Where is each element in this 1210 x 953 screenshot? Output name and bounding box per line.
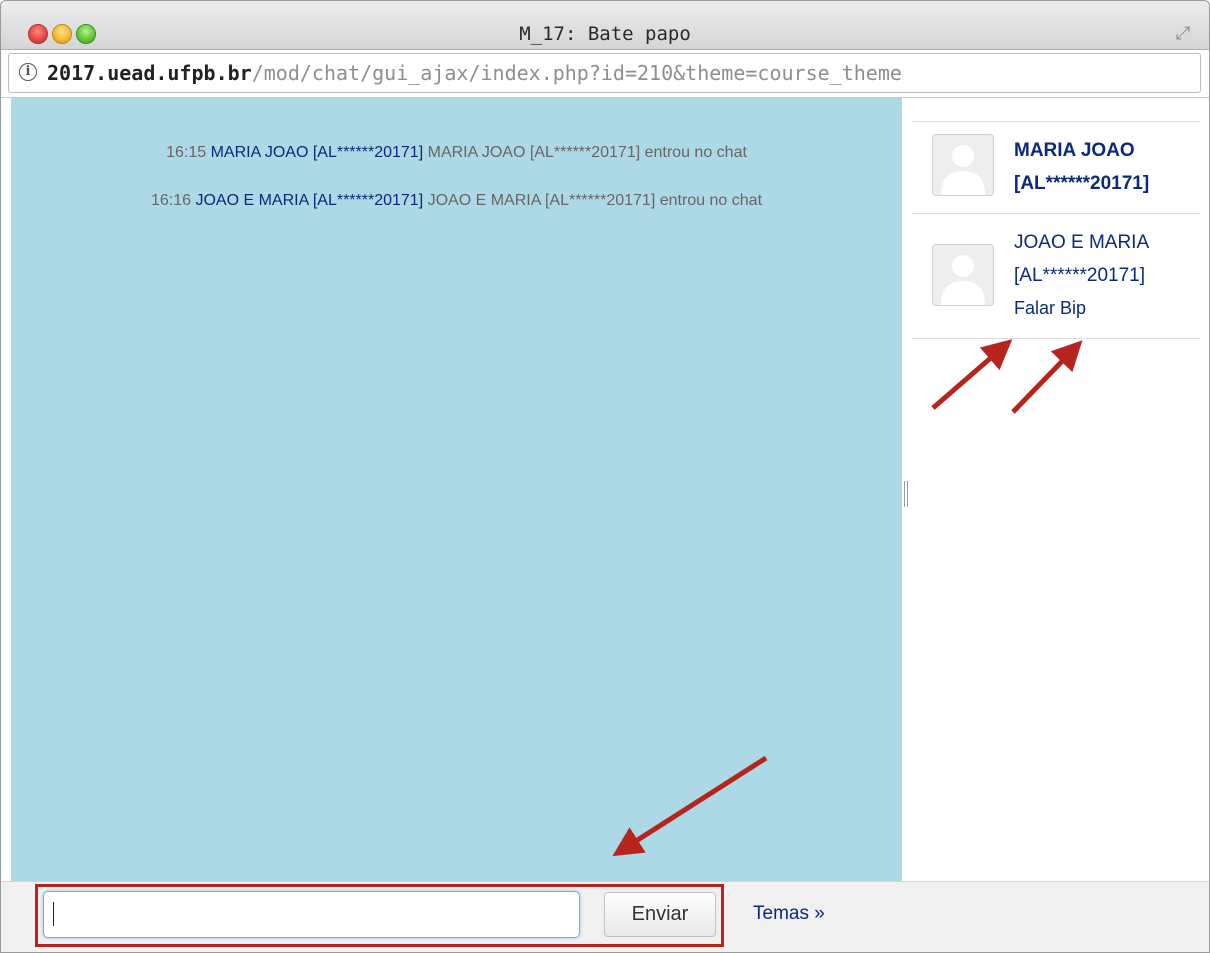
user-actions: Falar Bip: [1014, 298, 1086, 319]
chat-message: 16:16 JOAO E MARIA [AL******20171] JOAO …: [11, 192, 902, 210]
message-user: MARIA JOAO [AL******20171]: [210, 144, 424, 161]
user-separator: [912, 121, 1200, 122]
message-user: JOAO E MARIA [AL******20171]: [195, 192, 424, 209]
chat-message: 16:15 MARIA JOAO [AL******20171] MARIA J…: [11, 144, 902, 162]
users-list-pane: MARIA JOAO [AL******20171] JOAO E MARIA …: [902, 98, 1209, 881]
user-name[interactable]: MARIA JOAO [AL******20171]: [1014, 134, 1194, 200]
default-avatar-icon: [941, 255, 985, 305]
chat-messages-pane: 16:15 MARIA JOAO [AL******20171] MARIA J…: [11, 98, 902, 881]
url-text[interactable]: 2017.uead.ufpb.br/mod/chat/gui_ajax/inde…: [47, 61, 902, 85]
beep-link[interactable]: Bip: [1060, 298, 1086, 318]
info-icon[interactable]: i: [19, 63, 37, 81]
pane-resize-handle[interactable]: [904, 481, 908, 507]
talk-link[interactable]: Falar: [1014, 298, 1055, 318]
address-bar[interactable]: i 2017.uead.ufpb.br/mod/chat/gui_ajax/in…: [8, 53, 1201, 93]
fullscreen-icon[interactable]: ⤢: [1173, 23, 1193, 43]
user-name[interactable]: JOAO E MARIA [AL******20171]: [1014, 226, 1194, 292]
title-bar: M_17: Bate papo ⤢: [1, 1, 1209, 50]
default-avatar-icon: [941, 145, 985, 195]
url-path: /mod/chat/gui_ajax/index.php?id=210&them…: [251, 61, 902, 85]
message-time: 16:15: [166, 144, 207, 161]
user-avatar: [932, 244, 994, 306]
browser-window: M_17: Bate papo ⤢ i 2017.uead.ufpb.br/mo…: [0, 0, 1210, 953]
user-separator: [912, 338, 1200, 339]
message-text: JOAO E MARIA [AL******20171] entrou no c…: [427, 192, 763, 209]
url-host: 2017.uead.ufpb.br: [47, 61, 252, 85]
user-avatar: [932, 134, 994, 196]
annotation-highlight-box: [35, 884, 724, 947]
window-title: M_17: Bate papo: [519, 23, 691, 45]
themes-link[interactable]: Temas »: [753, 903, 825, 925]
message-text: MARIA JOAO [AL******20171] entrou no cha…: [427, 144, 747, 161]
user-separator: [912, 213, 1200, 214]
message-time: 16:16: [150, 192, 192, 209]
